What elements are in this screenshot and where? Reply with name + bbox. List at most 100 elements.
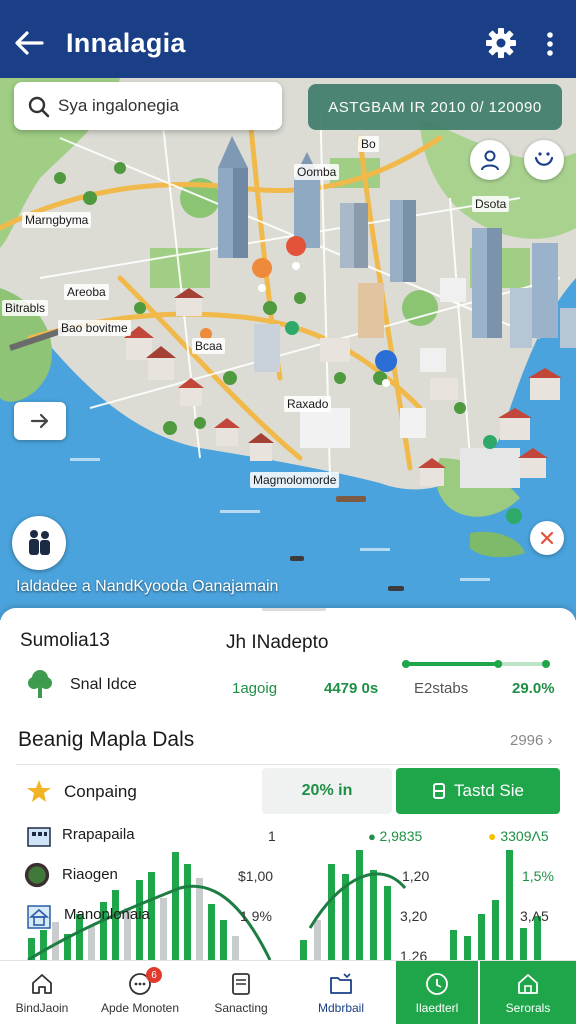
map-caption: Ialdadee a NandKyooda Oanajamain	[16, 578, 279, 595]
map-label: Bcaa	[192, 338, 226, 354]
bottom-navigation: BindJaoin Apde Monoten 6 Sanacting Mdbrb…	[0, 960, 576, 1024]
nav-item-home[interactable]: BindJaoin	[0, 961, 84, 1024]
chart-bar	[160, 898, 167, 960]
map-search-box[interactable]	[14, 82, 282, 130]
chart-number-value: 2,9835	[379, 828, 423, 844]
chart-number: 1,20	[402, 868, 430, 884]
home-icon	[32, 974, 52, 994]
nav-item-explore[interactable]: Ilaedterl	[396, 961, 478, 1024]
chart-bar	[506, 850, 513, 960]
chart-bar	[492, 900, 499, 960]
map-label: Bo	[358, 136, 379, 152]
progress-knob[interactable]	[494, 660, 503, 668]
map-label: Oomba	[294, 164, 340, 180]
navigate-button[interactable]	[14, 402, 66, 440]
map-label: Marngbyma	[22, 212, 92, 228]
section-more-text: 2996	[510, 732, 544, 749]
profile-button[interactable]	[470, 140, 510, 180]
nav-item-files[interactable]: Mdbrbail	[294, 961, 388, 1024]
nav-item-search[interactable]: Sanacting	[196, 961, 286, 1024]
nav-item-services[interactable]: Serorals	[480, 961, 576, 1024]
chart-bar	[112, 890, 119, 960]
chart-number: 1	[268, 828, 276, 844]
chart-bar	[370, 870, 377, 960]
map-label: Bitrabls	[2, 300, 49, 316]
chart-number: ● 2,9835	[368, 828, 423, 844]
people-button[interactable]	[12, 516, 66, 570]
document-icon	[232, 973, 250, 995]
close-icon	[540, 531, 554, 545]
chart-bar	[184, 864, 191, 960]
chart-number: 1,26	[400, 948, 428, 960]
chart-bar	[52, 922, 59, 960]
close-button[interactable]	[530, 521, 564, 555]
building-icon	[518, 974, 538, 994]
emoji-button[interactable]	[524, 140, 564, 180]
person-icon	[481, 150, 499, 171]
search-input[interactable]	[58, 90, 272, 122]
gear-icon[interactable]	[484, 26, 518, 60]
sheet-handle[interactable]	[262, 608, 326, 611]
chart-bar	[220, 920, 227, 960]
primary-action-label: Tastd Sie	[454, 781, 524, 800]
chart-bar	[232, 936, 239, 960]
back-arrow-icon[interactable]	[12, 28, 46, 58]
stat-value: 4479 0s	[324, 680, 379, 697]
divider	[16, 764, 560, 765]
sheet-left-title: Sumolia13	[20, 630, 110, 651]
nav-label: Mdbrbail	[317, 1001, 365, 1015]
tree-label: Snal Idce	[70, 676, 137, 693]
chart-bar	[384, 886, 391, 960]
compass-icon	[426, 973, 448, 995]
map-view[interactable]: Marngbyma Areoba Bao bovitme Bitrabls Bc…	[0, 78, 576, 620]
chart-number: 1,5%	[522, 868, 554, 884]
chart-bar	[478, 914, 485, 960]
chart-bar	[208, 904, 215, 960]
chart-bar	[300, 940, 307, 960]
tree-icon	[28, 670, 52, 698]
nav-label: BindJaoin	[15, 1001, 69, 1015]
chart-number: $1,00	[238, 868, 274, 884]
chart-bar	[450, 930, 457, 960]
chart-number: 3,20	[400, 908, 428, 924]
people-icon	[29, 530, 50, 555]
percent-chip[interactable]: 20% in	[262, 768, 392, 814]
lock-icon	[433, 783, 446, 799]
section-more-link[interactable]: 2996 ›	[510, 732, 553, 749]
row-label: Rrapapaila	[62, 826, 135, 843]
more-vert-icon[interactable]	[540, 30, 560, 58]
map-label: Bao bovitme	[58, 320, 131, 336]
nav-label: Sanacting	[214, 1001, 268, 1015]
smile-icon	[534, 152, 554, 166]
folder-icon	[330, 973, 352, 994]
chart-bar	[314, 920, 321, 960]
nav-label: Apde Monoten	[100, 1001, 180, 1015]
row-label: Riaogen	[62, 866, 118, 883]
chart-bar	[172, 852, 179, 960]
chart-bar	[328, 864, 335, 960]
building-icon	[27, 827, 51, 847]
section-title: Beanig Mapla Dals	[18, 728, 195, 751]
stat-label: 1agoig	[232, 680, 278, 697]
progress-track[interactable]	[402, 660, 550, 668]
chart-number: 1 9%	[240, 908, 272, 924]
primary-action-button[interactable]: Tastd Sie	[396, 768, 560, 814]
chart-bar	[40, 930, 47, 960]
chart-bar	[520, 928, 527, 960]
house-icon	[27, 905, 51, 929]
chart-bar	[196, 878, 203, 960]
sheet-mid-title: Jh INadepto	[226, 632, 329, 653]
nav-label: Serorals	[505, 1001, 551, 1015]
forest-icon	[24, 862, 50, 888]
map-label: Raxado	[284, 396, 332, 412]
nav-label: Ilaedterl	[415, 1001, 459, 1015]
row-label: Manonlonaia	[64, 906, 150, 923]
chart-number: ● 3309Λ5	[488, 828, 549, 844]
chart-bar	[88, 926, 95, 960]
progress-fill	[402, 662, 499, 666]
star-icon	[27, 780, 51, 802]
page-title: Innalagia	[66, 28, 186, 58]
notification-badge: 6	[146, 967, 162, 983]
nav-item-messages[interactable]: Apde Monoten 6	[92, 961, 188, 1024]
map-label: Dsota	[472, 196, 510, 212]
